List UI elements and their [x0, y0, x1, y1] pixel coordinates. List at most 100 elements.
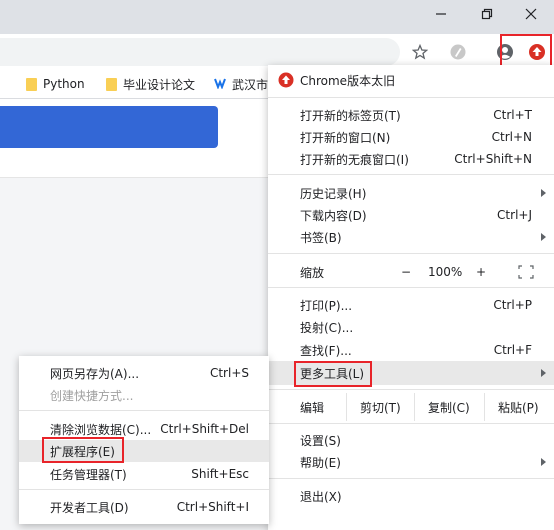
menu-item-shortcut: Ctrl+Shift+I — [176, 500, 249, 514]
menu-item-label: 网页另存为(A)... — [50, 366, 140, 381]
zoom-row: 缩放 − 100% + — [268, 261, 554, 283]
zoom-value: 100% — [428, 265, 463, 279]
new-window-item[interactable]: 打开新的窗口(N) Ctrl+N — [268, 126, 554, 148]
chrome-main-menu: Chrome版本太旧 打开新的标签页(T) Ctrl+T 打开新的窗口(N) C… — [268, 65, 554, 530]
menu-divider — [268, 389, 554, 390]
fullscreen-icon[interactable] — [518, 265, 534, 282]
menu-item-label: 查找(F)... — [300, 343, 352, 358]
menu-divider — [19, 489, 269, 490]
cut-button[interactable]: 剪切(T) — [360, 399, 401, 416]
menu-item-shortcut: Ctrl+S — [209, 366, 249, 380]
extensions-item[interactable]: 扩展程序(E) — [19, 440, 269, 462]
menu-item-label: 退出(X) — [300, 489, 342, 504]
print-item[interactable]: 打印(P)... Ctrl+P — [268, 294, 554, 316]
menu-item-label: 打印(P)... — [300, 298, 353, 313]
menu-divider — [268, 287, 554, 288]
menu-item-label: 打开新的标签页(T) — [300, 108, 401, 123]
menu-item-label: 下载内容(D) — [300, 208, 367, 223]
more-tools-submenu: 网页另存为(A)... Ctrl+S 创建快捷方式... 清除浏览数据(C)..… — [19, 356, 269, 524]
find-item[interactable]: 查找(F)... Ctrl+F — [268, 339, 554, 361]
menu-item-shortcut: Ctrl+P — [493, 298, 532, 312]
menu-item-shortcut: Ctrl+Shift+Del — [160, 422, 249, 436]
restore-icon — [481, 8, 493, 23]
menu-divider — [19, 410, 269, 411]
menu-item-shortcut: Shift+Esc — [191, 467, 249, 481]
submenu-arrow-icon — [541, 458, 546, 466]
minimize-button[interactable] — [418, 0, 464, 30]
menu-item-label: 帮助(E) — [300, 455, 341, 470]
zoom-in-button[interactable]: + — [476, 265, 486, 279]
menu-divider — [268, 174, 554, 175]
menu-item-shortcut: Ctrl+Shift+N — [454, 152, 532, 166]
menu-item-label: 开发者工具(D) — [50, 500, 129, 515]
extension-icon[interactable] — [445, 39, 471, 65]
bookmarks-item[interactable]: 书签(B) — [268, 226, 554, 248]
edit-divider — [346, 393, 347, 421]
folder-icon — [106, 77, 117, 91]
exit-item[interactable]: 退出(X) — [268, 485, 554, 507]
folder-icon — [26, 77, 37, 91]
edit-divider — [484, 393, 485, 421]
submenu-arrow-icon — [541, 233, 546, 241]
update-arrow-icon[interactable] — [524, 39, 550, 65]
restore-button[interactable] — [464, 0, 510, 30]
menu-item-label: 书签(B) — [300, 230, 342, 245]
menu-item-label: 任务管理器(T) — [50, 467, 127, 482]
update-warning-icon — [278, 72, 294, 91]
save-page-as-item[interactable]: 网页另存为(A)... Ctrl+S — [19, 362, 269, 384]
menu-divider — [268, 478, 554, 479]
profile-icon[interactable] — [492, 39, 518, 65]
menu-divider — [268, 97, 554, 98]
more-tools-item[interactable]: 更多工具(L) — [268, 361, 554, 385]
help-item[interactable]: 帮助(E) — [268, 451, 554, 473]
site-logo-icon — [214, 77, 226, 92]
menu-item-label: 打开新的无痕窗口(I) — [300, 152, 409, 167]
new-tab-item[interactable]: 打开新的标签页(T) Ctrl+T — [268, 104, 554, 126]
task-manager-item[interactable]: 任务管理器(T) Shift+Esc — [19, 463, 269, 485]
bookmark-python[interactable]: Python — [26, 75, 85, 93]
close-window-button[interactable] — [508, 0, 554, 30]
minimize-icon — [435, 8, 447, 23]
page-banner — [0, 106, 218, 148]
edit-row: 编辑 剪切(T) 复制(C) 粘贴(P) — [268, 393, 554, 421]
menu-item-shortcut: Ctrl+F — [493, 343, 532, 357]
history-item[interactable]: 历史记录(H) — [268, 182, 554, 204]
developer-tools-item[interactable]: 开发者工具(D) Ctrl+Shift+I — [19, 496, 269, 518]
bookmark-label: Python — [43, 77, 85, 91]
update-banner-label: Chrome版本太旧 — [300, 73, 396, 88]
close-icon — [525, 8, 537, 23]
update-chrome-item[interactable]: Chrome版本太旧 — [268, 69, 554, 91]
menu-divider — [268, 253, 554, 254]
zoom-out-button[interactable]: − — [401, 265, 411, 279]
clear-browsing-data-item[interactable]: 清除浏览数据(C)... Ctrl+Shift+Del — [19, 418, 269, 440]
edit-label: 编辑 — [300, 400, 325, 415]
menu-item-shortcut: Ctrl+T — [493, 108, 532, 122]
settings-item[interactable]: 设置(S) — [268, 429, 554, 451]
new-incognito-window-item[interactable]: 打开新的无痕窗口(I) Ctrl+Shift+N — [268, 148, 554, 170]
zoom-label: 缩放 — [300, 265, 325, 280]
address-bar[interactable] — [0, 38, 400, 66]
menu-item-label: 创建快捷方式... — [50, 388, 134, 403]
menu-item-label: 更多工具(L) — [300, 366, 365, 381]
menu-item-label: 历史记录(H) — [300, 186, 367, 201]
submenu-arrow-icon — [541, 369, 546, 377]
edit-divider — [414, 393, 415, 421]
menu-item-label: 投射(C)... — [300, 320, 354, 335]
create-shortcut-item[interactable]: 创建快捷方式... — [19, 384, 269, 406]
bookmark-thesis[interactable]: 毕业设计论文 — [106, 75, 195, 93]
menu-divider — [268, 423, 554, 424]
menu-item-shortcut: Ctrl+N — [491, 130, 532, 144]
copy-button[interactable]: 复制(C) — [428, 399, 470, 416]
menu-item-label: 设置(S) — [300, 433, 341, 448]
menu-item-label: 扩展程序(E) — [50, 444, 115, 459]
menu-item-label: 打开新的窗口(N) — [300, 130, 391, 145]
bookmark-label: 武汉市 — [232, 77, 269, 92]
star-icon[interactable] — [407, 39, 433, 65]
bookmark-wuhan[interactable]: 武汉市 — [214, 75, 268, 93]
menu-item-label: 清除浏览数据(C)... — [50, 422, 152, 437]
paste-button[interactable]: 粘贴(P) — [498, 399, 539, 416]
submenu-arrow-icon — [541, 189, 546, 197]
downloads-item[interactable]: 下载内容(D) Ctrl+J — [268, 204, 554, 226]
bookmark-label: 毕业设计论文 — [123, 77, 196, 92]
cast-item[interactable]: 投射(C)... — [268, 316, 554, 338]
